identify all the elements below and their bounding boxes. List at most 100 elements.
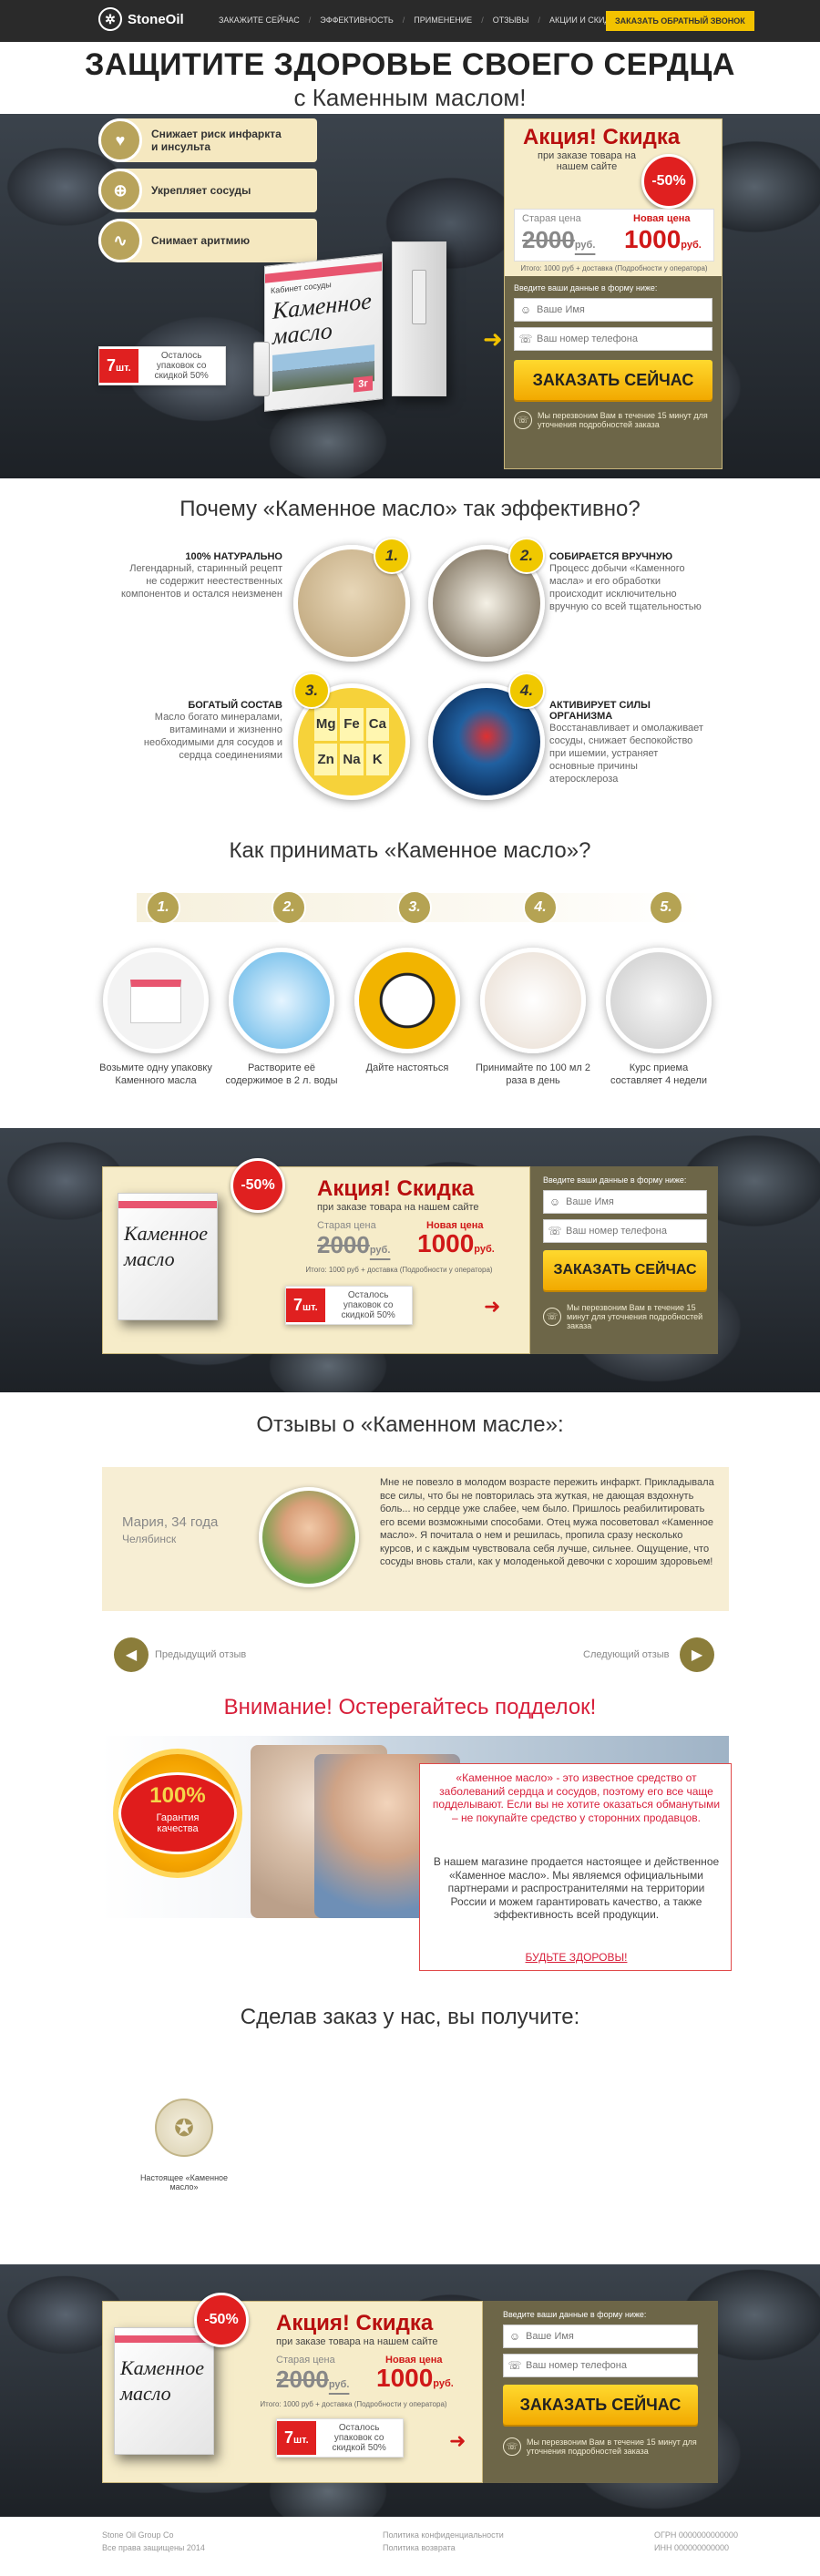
returns-link[interactable]: Политика возврата	[383, 2543, 456, 2552]
footer-ogrn: ОГРН 0000000000000	[654, 2530, 738, 2540]
reviews-title: Отзывы о «Каменном масле»:	[256, 1412, 564, 1437]
arrow-icon: ➜	[483, 325, 503, 353]
chevron-right-icon: ▶	[691, 1647, 703, 1663]
step-clock-image	[354, 948, 460, 1053]
feature-number: 1.	[374, 538, 410, 574]
review-city: Челябинск	[122, 1533, 177, 1545]
discount-badge: -50%	[194, 2293, 249, 2347]
header: ✲ StoneOil ЗАКАЖИТЕ СЕЙЧАС / ЭФФЕКТИВНОСТ…	[0, 0, 820, 42]
prev-review-button[interactable]: ◀	[114, 1637, 149, 1672]
review-author: Мария, 34 года	[122, 1514, 219, 1530]
step-glass-image	[480, 948, 586, 1053]
offer-panel: Каменное масло -50% Акция! Скидка при зак…	[102, 1158, 530, 1354]
phone-icon: ☏	[503, 2437, 521, 2456]
phone-icon: ☏	[543, 1308, 561, 1326]
feature-item: 100% НАТУРАЛЬНО Легендарный, старинный ре…	[121, 551, 282, 600]
order-button[interactable]: ЗАКАЗАТЬ СЕЙЧАС	[503, 2385, 698, 2425]
promo-section: Каменное масло -50% Акция! Скидка при зак…	[0, 1128, 820, 1392]
arrow-icon: ➜	[484, 1295, 501, 1318]
user-icon: ☺	[548, 1196, 561, 1208]
pills-icon: ⊕	[98, 169, 142, 212]
offer-panel: Акция! Скидка при заказе товара на нашем…	[504, 118, 723, 469]
old-price: 2000руб.	[276, 2366, 350, 2393]
order-button[interactable]: ЗАКАЗАТЬ СЕЙЧАС	[543, 1250, 707, 1290]
logo-icon: ✲	[98, 7, 122, 31]
step-text: Дайте настояться	[365, 1062, 449, 1073]
step-text: Возьмите одну упаковку Каменного масла	[99, 1062, 212, 1086]
phone-field[interactable]: ☏ Ваш номер телефона	[503, 2354, 698, 2377]
logo-text: StoneOil	[128, 11, 184, 27]
feature-item: АКТИВИРУЕТ СИЛЫ ОРГАНИЗМА Восстанавливает…	[549, 700, 703, 785]
prev-review-label[interactable]: Предыдущий отзыв	[155, 1649, 246, 1660]
new-price: 1000руб.	[417, 1229, 495, 1257]
why-title: Почему «Каменное масло» так эффективно?	[179, 497, 641, 521]
product-box: Каменное масло	[118, 1193, 218, 1320]
promo-section: Каменное масло -50% Акция! Скидка при зак…	[0, 2264, 820, 2517]
user-icon: ☺	[508, 2330, 521, 2343]
feature-number: 3.	[293, 672, 330, 709]
phone-field[interactable]: ☏ Ваш номер телефона	[514, 327, 712, 351]
callback-note: ☏ Мы перезвоним Вам в течение 15 минут дл…	[503, 2437, 698, 2456]
heartbeat-icon: ♥	[98, 118, 142, 162]
product-box: Кабинет сосуды Каменное масло 3г	[264, 253, 383, 412]
nav-effect[interactable]: ЭФФЕКТИВНОСТЬ	[320, 15, 393, 25]
nav-reviews[interactable]: ОТЗЫВЫ	[493, 15, 529, 25]
hero-subtitle: с Каменным маслом!	[293, 84, 527, 111]
privacy-link[interactable]: Политика конфиденциальности	[383, 2530, 504, 2540]
main-nav: ЗАКАЖИТЕ СЕЙЧАС / ЭФФЕКТИВНОСТЬ / ПРИМЕНЕН…	[219, 15, 621, 25]
order-form: Введите ваши данные в форму ниже: ☺ Ваше …	[505, 276, 722, 468]
feature-item: СОБИРАЕТСЯ ВРУЧНУЮ Процесс добычи «Каменн…	[549, 551, 702, 612]
step-calendar-image	[606, 948, 712, 1053]
step-number: 3.	[397, 890, 432, 925]
order-form: Введите ваши данные в форму ниже: ☺ Ваше …	[530, 1166, 718, 1354]
vial-icon	[412, 270, 426, 324]
name-field[interactable]: ☺ Ваше Имя	[514, 298, 712, 322]
callback-note: ☏ Мы перезвоним Вам в течение 15 минут дл…	[514, 411, 712, 429]
footer-rights: Все права защищены 2014	[102, 2543, 205, 2552]
award-icon: ✪	[155, 2099, 213, 2157]
benefit-item: ♥ Снижает риск инфаркта и инсульта	[98, 118, 317, 162]
next-review-label[interactable]: Следующий отзыв	[583, 1649, 670, 1660]
callback-button[interactable]: ЗАКАЗАТЬ ОБРАТНЫЙ ЗВОНОК	[606, 11, 754, 31]
feature-item: БОГАТЫЙ СОСТАВ Масло богато минералами, в…	[143, 700, 282, 761]
receive-title: Сделав заказ у нас, вы получите:	[240, 2005, 580, 2029]
chevron-left-icon: ◀	[125, 1647, 138, 1663]
order-button[interactable]: ЗАКАЗАТЬ СЕЙЧАС	[514, 360, 712, 400]
phone-icon: ☏	[548, 1225, 562, 1237]
name-field[interactable]: ☺ Ваше Имя	[543, 1190, 707, 1214]
discount-badge: -50%	[231, 1158, 285, 1213]
new-price: 1000руб.	[624, 225, 702, 253]
next-review-button[interactable]: ▶	[680, 1637, 714, 1672]
hero-section: ♥ Снижает риск инфаркта и инсульта ⊕ Укреп…	[0, 114, 820, 478]
nav-usage[interactable]: ПРИМЕНЕНИЕ	[414, 15, 472, 25]
phone-icon: ☏	[518, 333, 533, 345]
benefit-item: ∿ Снимает аритмию	[98, 219, 317, 262]
old-price: 2000руб.	[317, 1231, 391, 1258]
offer-panel: Каменное масло -50% Акция! Скидка при зак…	[102, 2293, 483, 2483]
footer: Stone Oil Group Co Все права защищены 20…	[0, 2517, 820, 2576]
stock-count: 7шт.	[99, 349, 138, 383]
order-form: Введите ваши данные в форму ниже: ☺ Ваше …	[483, 2301, 718, 2483]
review-card: Мария, 34 года Челябинск Мне не повезло …	[102, 1467, 729, 1611]
user-icon: ☺	[519, 303, 532, 316]
nav-order[interactable]: ЗАКАЖИТЕ СЕЙЧАС	[219, 15, 300, 25]
step-number: 5.	[649, 890, 683, 925]
step-text: Растворите её содержимое в 2 л. воды	[225, 1062, 338, 1086]
feature-number: 2.	[508, 538, 545, 574]
phone-icon: ☏	[514, 411, 532, 429]
footer-inn: ИНН 000000000000	[654, 2543, 730, 2552]
logo[interactable]: ✲ StoneOil	[98, 7, 184, 31]
product-name: Каменное масло	[272, 287, 372, 350]
step-number: 2.	[272, 890, 306, 925]
quality-seal: 100% Гарантия качества	[118, 1754, 237, 1873]
warning-title: Внимание! Остерегайтесь подделок!	[223, 1695, 597, 1719]
name-field[interactable]: ☺ Ваше Имя	[503, 2325, 698, 2348]
step-package-image	[103, 948, 209, 1053]
phone-field[interactable]: ☏ Ваш номер телефона	[543, 1219, 707, 1243]
warning-text-box: «Каменное масло» - это известное средств…	[419, 1763, 732, 1971]
footer-company: Stone Oil Group Co	[102, 2530, 174, 2540]
old-price: 2000руб.	[522, 226, 596, 253]
callback-note: ☏ Мы перезвоним Вам в течение 15 минут дл…	[543, 1303, 707, 1330]
product-box-side	[392, 241, 446, 396]
stock-counter: 7шт. Осталось упаковок со скидкой 50%	[276, 2418, 404, 2458]
